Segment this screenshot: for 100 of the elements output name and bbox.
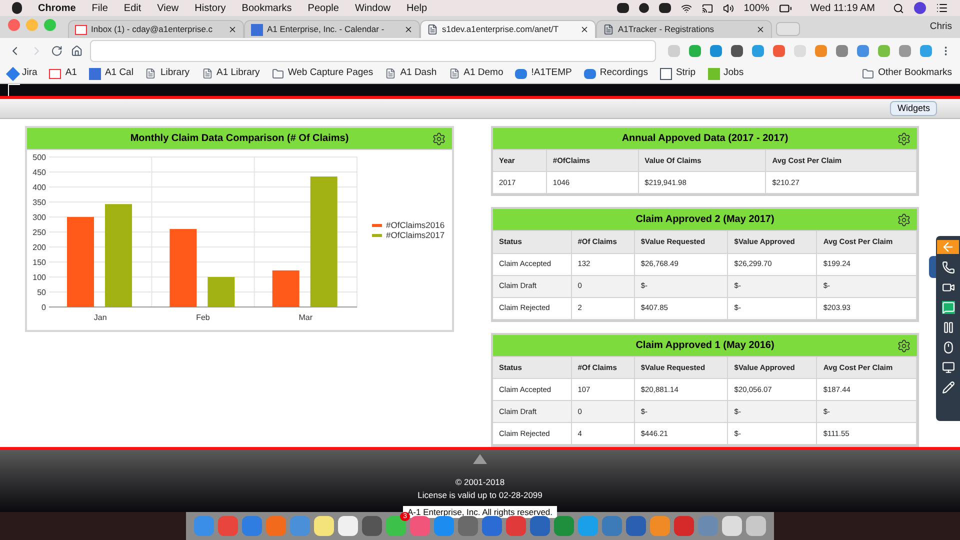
screen-icon[interactable] [942,361,954,374]
settings-icon[interactable] [897,132,911,146]
battery-icon[interactable] [779,2,792,14]
folder-icon [272,68,284,80]
extension-icon[interactable] [857,45,870,57]
extension-icon[interactable] [836,45,848,57]
phone-icon[interactable] [942,261,954,274]
page-icon [385,68,396,79]
volume-icon[interactable] [722,2,734,14]
logo-icon[interactable] [8,84,20,96]
extension-icon[interactable] [710,45,722,57]
card-title: Claim Approved 1 (May 2016) [636,338,774,352]
axis-category-label: Feb [196,312,210,322]
card-title: Annual Appoved Data (2017 - 2017) [622,132,788,146]
widgets-button[interactable]: Widgets [890,100,937,116]
menu-app-name[interactable]: Chrome [38,0,76,16]
menu-item[interactable]: Bookmarks [242,0,292,16]
license-text: License is valid up to 02-28-2099 [418,488,542,502]
axis-tick-label: 50 [37,288,46,296]
close-icon[interactable] [580,25,589,34]
tab-title: A1Tracker - Registrations [618,23,716,36]
app-icon[interactable] [482,516,502,536]
bookmark[interactable]: Jobs [708,66,744,81]
settings-icon[interactable] [432,132,446,146]
axis-tick-label: 150 [32,258,46,266]
up-arrow-icon[interactable] [473,454,487,464]
address-field[interactable] [90,40,656,62]
tab-title: A1 Enterprise, Inc. - Calendar - [267,23,386,36]
axis-category-label: Jan [94,312,107,322]
menu-item[interactable]: Edit [124,0,142,16]
menu-item[interactable]: People [308,0,339,16]
bookmark[interactable]: A1 Demo [448,66,504,81]
app-icon[interactable] [410,516,430,536]
clock[interactable]: Wed 11:19 AM [810,0,875,16]
axis-tick-label: 0 [42,302,46,312]
tab-title: Inbox (1) - cday@a1enterprise.c [91,23,214,36]
menu-item[interactable]: View [157,0,179,16]
wifi-icon[interactable] [680,2,692,14]
copyright: © 2001-2018 [455,476,505,489]
close-icon[interactable] [404,25,413,34]
browser-tab[interactable]: s1dev.a1enterprise.com/anet/T [420,20,596,38]
folder-icon [862,68,874,80]
bookmark[interactable]: !A1TEMP [515,66,572,81]
video-icon[interactable] [942,281,954,294]
bookmark[interactable]: Strip [660,66,696,81]
browser-tab[interactable]: A1 Enterprise, Inc. - Calendar - [244,20,420,38]
app-icon[interactable] [458,516,478,536]
home-icon[interactable] [70,45,82,57]
close-icon[interactable] [228,25,237,34]
app-icon[interactable] [338,516,358,536]
card-title: Monthly Claim Data Comparison (# Of Claims) [130,132,349,146]
bar [272,270,300,306]
app-icon[interactable] [530,516,550,536]
pause-icon[interactable] [942,321,954,334]
page-icon [202,68,212,79]
browser-tab[interactable]: A1Tracker - Registrations [596,20,772,38]
settings-icon[interactable] [897,338,911,352]
axis-category-label: Mar [298,312,313,322]
tab-title: s1dev.a1enterprise.com/anet/T [442,23,560,36]
legend-label: #OfClaims2017 [386,230,445,240]
page-icon [448,68,460,79]
settings-icon[interactable] [897,213,911,227]
reload-icon[interactable] [51,45,63,57]
bookmark[interactable]: A1 [49,66,77,81]
bookmark[interactable]: A1 Dash [385,66,437,81]
app-icon[interactable] [722,516,742,536]
axis-tick-label: 500 [32,152,46,162]
app-icon[interactable] [506,516,526,536]
bookmark[interactable]: Jira [8,66,38,81]
mouse-icon[interactable] [942,341,954,354]
legend-item: #OfClaims2017 [372,230,445,240]
bookmark[interactable]: Web Capture Pages [272,66,374,81]
bookmark[interactable]: Recordings [584,66,648,81]
menu-item[interactable]: File [92,0,108,16]
menu-item[interactable]: Help [406,0,428,16]
bookmark[interactable]: A1 Library [202,66,260,81]
profile-name[interactable]: Chris [930,20,952,34]
card-title: Claim Approved 2 (May 2017) [636,213,774,227]
square-icon [708,68,720,80]
page-icon [427,24,438,35]
bookmark[interactable]: Library [145,66,190,81]
axis-tick-label: 200 [32,242,46,252]
box-icon [515,68,528,78]
menu-item[interactable]: Window [354,0,391,16]
chat-icon[interactable] [942,301,954,314]
close-window-icon[interactable] [8,19,20,31]
browser-tab[interactable]: Inbox (1) - cday@a1enterprise.c [68,20,244,38]
menu-item[interactable]: History [194,0,226,16]
extension-icon[interactable] [731,45,744,57]
app-icon[interactable] [434,516,454,536]
box-icon [584,68,596,78]
extension-icon[interactable] [773,45,786,57]
bookmark[interactable]: A1 Cal [88,66,134,81]
close-icon[interactable] [756,25,765,34]
axis-tick-label: 350 [32,198,46,206]
app-icon[interactable] [314,516,334,536]
search-icon[interactable] [893,2,904,14]
pencil-icon[interactable] [942,381,954,394]
airplay-icon[interactable] [702,2,713,14]
bookmark[interactable]: Other Bookmarks [862,66,952,81]
